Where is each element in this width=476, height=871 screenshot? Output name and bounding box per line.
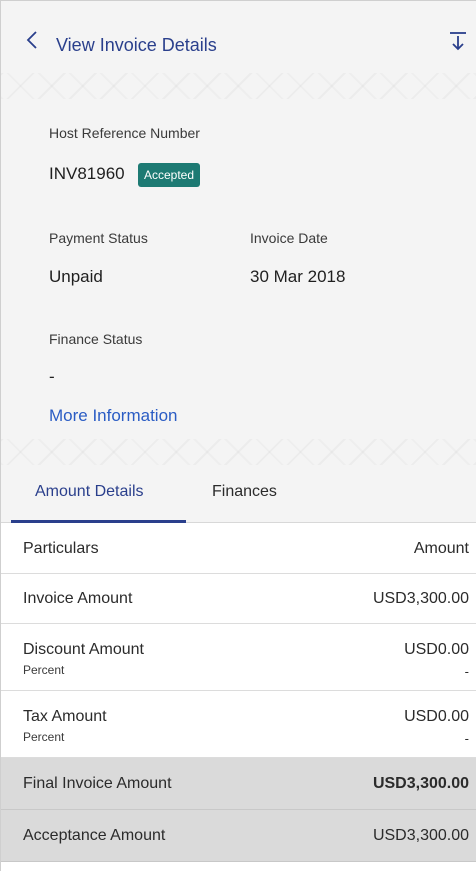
column-header-amount: Amount	[413, 540, 469, 557]
chevron-left-icon[interactable]	[25, 31, 41, 49]
table-row: Discount Amount Percent USD0.00 -	[1, 624, 476, 691]
tab-finances[interactable]: Finances	[212, 483, 277, 501]
row-subvalue: -	[464, 731, 469, 746]
invoice-date-label: Invoice Date	[250, 230, 328, 246]
row-label: Final Invoice Amount	[23, 775, 172, 792]
row-subvalue: -	[464, 664, 469, 679]
page-title: View Invoice Details	[56, 35, 217, 55]
finance-status-label: Finance Status	[49, 331, 143, 347]
tab-bar: Amount Details Finances	[1, 465, 476, 523]
row-label: Discount Amount	[23, 641, 144, 658]
table-header-row: Particulars Amount	[1, 523, 476, 574]
payment-status-label: Payment Status	[49, 230, 148, 246]
table-row-acceptance: Acceptance Amount USD3,300.00	[1, 810, 476, 862]
table-row: Invoice Amount USD3,300.00	[1, 574, 476, 624]
invoice-details-screen: View Invoice Details Host Reference Numb…	[0, 0, 476, 871]
invoice-date-value: 30 Mar 2018	[250, 267, 346, 286]
payment-status-value: Unpaid	[49, 267, 103, 286]
row-sublabel: Percent	[23, 730, 65, 744]
row-label: Tax Amount	[23, 708, 107, 725]
host-reference-label: Host Reference Number	[49, 125, 200, 141]
host-reference-value: INV81960	[49, 164, 125, 183]
more-information-link[interactable]: More Information	[49, 406, 178, 426]
row-label: Acceptance Amount	[23, 827, 166, 844]
table-row: Tax Amount Percent USD0.00 -	[1, 691, 476, 758]
download-icon[interactable]	[447, 31, 469, 51]
decorative-pattern	[1, 439, 476, 465]
column-header-particulars: Particulars	[23, 540, 99, 557]
row-value: USD0.00	[404, 641, 469, 658]
amount-table: Particulars Amount Invoice Amount USD3,3…	[1, 523, 476, 862]
row-value: USD3,300.00	[372, 775, 469, 792]
status-badge: Accepted	[138, 163, 201, 187]
decorative-pattern	[1, 73, 476, 99]
row-value: USD0.00	[404, 708, 469, 725]
row-value: USD3,300.00	[372, 827, 469, 844]
page-header: View Invoice Details	[1, 1, 476, 73]
row-label: Invoice Amount	[23, 590, 133, 607]
row-value: USD3,300.00	[372, 590, 469, 607]
table-row-final-invoice: Final Invoice Amount USD3,300.00	[1, 758, 476, 810]
finance-status-value: -	[49, 367, 55, 386]
tab-amount-details[interactable]: Amount Details	[35, 483, 144, 501]
row-sublabel: Percent	[23, 663, 65, 677]
